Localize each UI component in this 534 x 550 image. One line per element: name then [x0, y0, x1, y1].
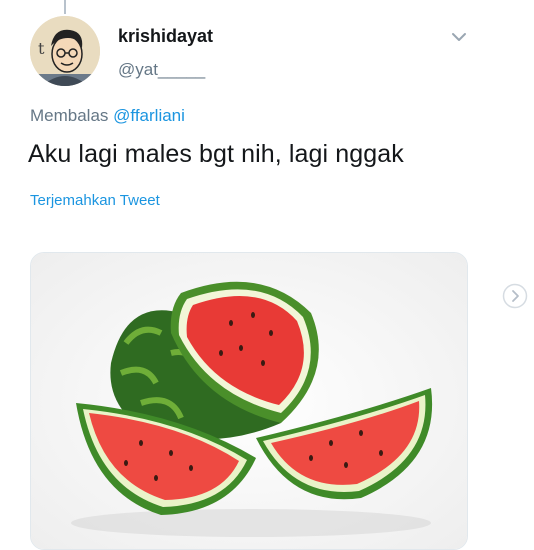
chevron-down-icon[interactable] — [450, 28, 468, 46]
display-name[interactable]: krishidayat — [118, 26, 213, 47]
avatar-illustration: t — [30, 16, 100, 86]
tweet-media-image[interactable] — [30, 252, 468, 550]
svg-text:t: t — [38, 39, 45, 58]
reply-context: Membalas @ffarliani — [30, 106, 185, 126]
thread-connector-line — [64, 0, 66, 14]
avatar[interactable]: t — [30, 16, 100, 86]
tweet-text: Aku lagi males bgt nih, lagi nggak — [28, 140, 404, 168]
chevron-right-icon[interactable] — [502, 283, 528, 309]
reply-mention-link[interactable]: @ffarliani — [113, 106, 185, 125]
reply-prefix: Membalas — [30, 106, 109, 125]
watermelon-image — [31, 253, 467, 549]
translate-tweet-link[interactable]: Terjemahkan Tweet — [30, 192, 160, 209]
user-handle[interactable]: @yat_____ — [118, 60, 205, 80]
